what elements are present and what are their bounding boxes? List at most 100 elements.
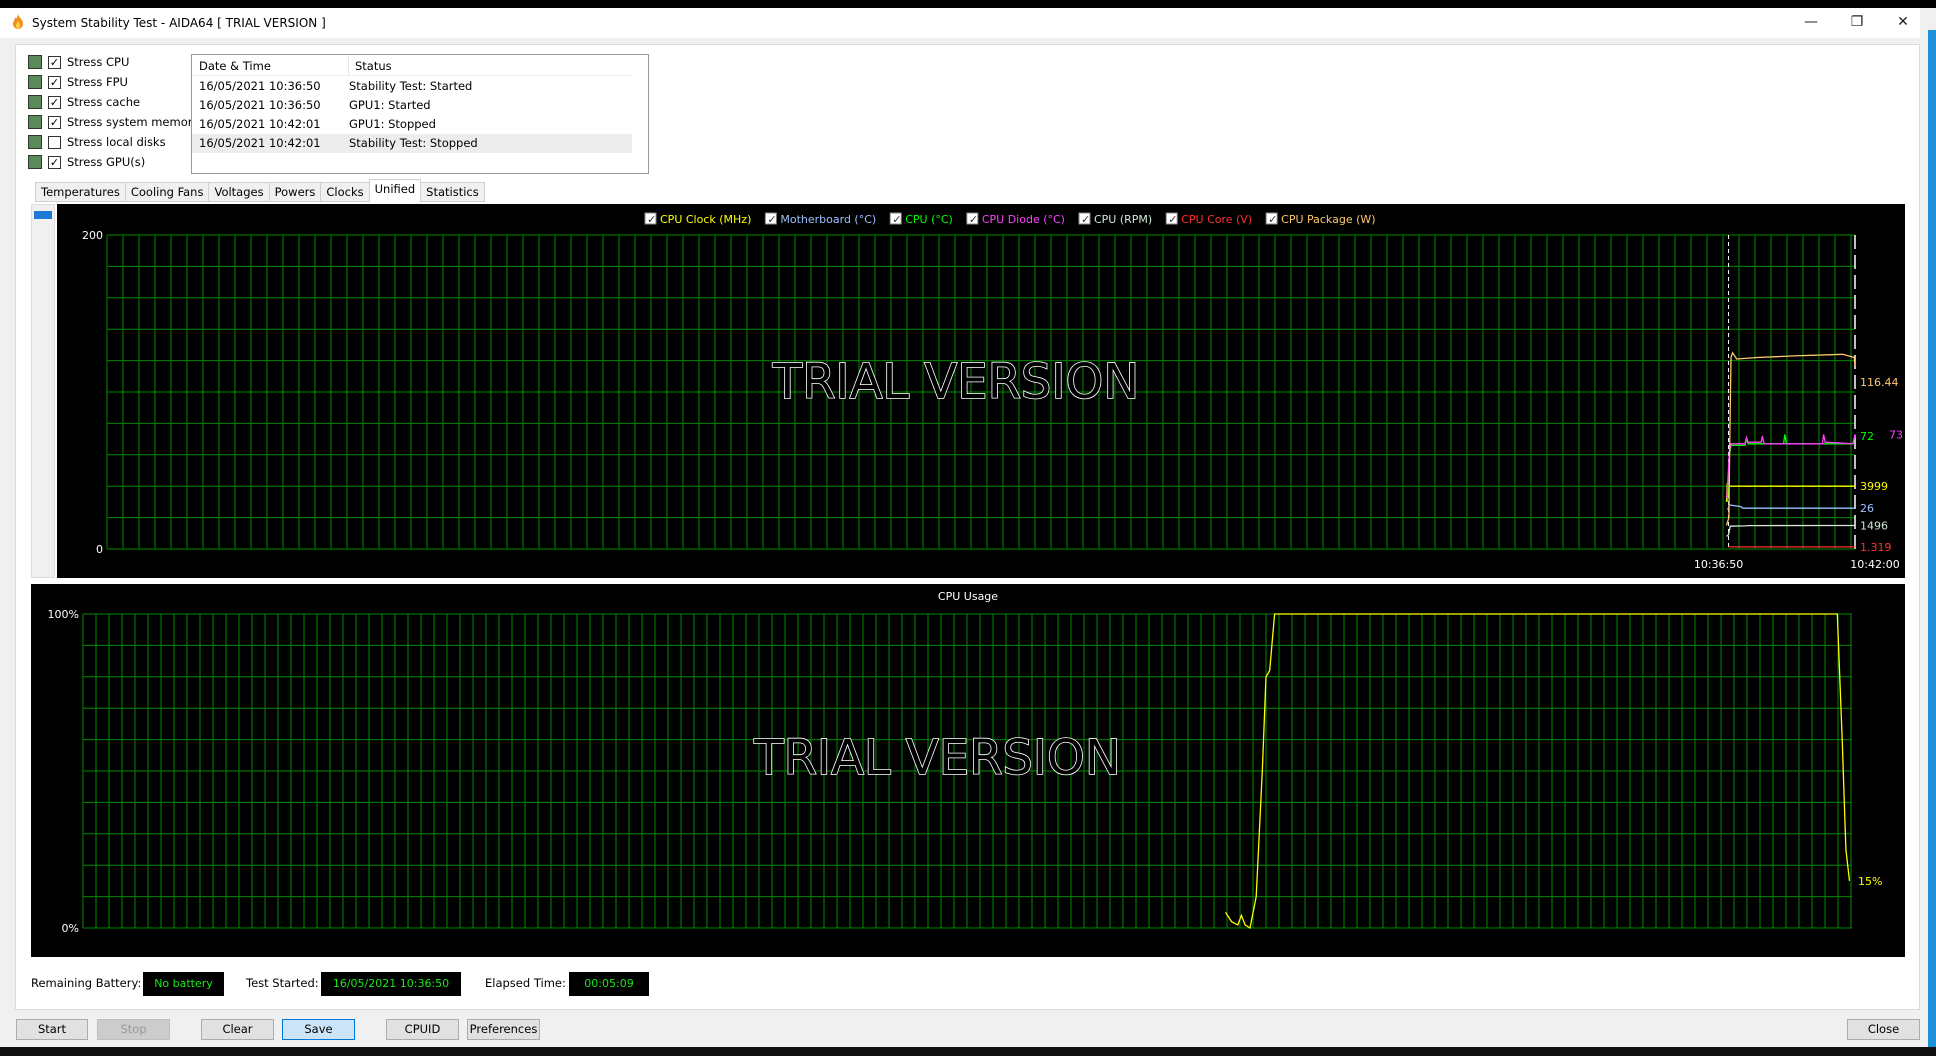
- checkbox[interactable]: ✓: [48, 95, 61, 109]
- log-datetime: 16/05/2021 10:42:01: [199, 136, 321, 150]
- log-header-row: Date & Time Status: [192, 57, 632, 76]
- legend-item: ✓ CPU Package (W): [1265, 212, 1376, 226]
- log-row[interactable]: 16/05/2021 10:42:01 GPU1: Stopped: [192, 115, 632, 134]
- chart-title: CPU Usage: [938, 590, 998, 603]
- log-status: Stability Test: Started: [349, 79, 473, 93]
- save-button[interactable]: Save: [282, 1019, 355, 1040]
- stress-option-label: Stress CPU: [67, 55, 130, 69]
- legend-label: CPU (RPM): [1094, 213, 1152, 226]
- series-line: [1727, 504, 1855, 511]
- fpu-chip-icon: [28, 75, 42, 89]
- check-icon: ✓: [1268, 213, 1277, 226]
- stress-option-label: Stress GPU(s): [67, 155, 146, 169]
- preferences-button[interactable]: Preferences: [467, 1019, 540, 1040]
- top-strip: [0, 0, 1936, 8]
- checkbox[interactable]: [48, 135, 61, 149]
- current-value-label: 15%: [1858, 875, 1882, 888]
- checkbox[interactable]: ✓: [48, 155, 61, 169]
- legend-item: ✓ CPU Core (V): [1165, 212, 1252, 226]
- stress-option[interactable]: ✓ Stress GPU(s): [28, 152, 145, 172]
- legend-label: CPU Core (V): [1181, 213, 1252, 226]
- unified-sensor-chart: TRIAL VERSION ✓ CPU Clock (MHz) 3999 ✓ Mother…: [57, 204, 1905, 578]
- scrollbar-thumb[interactable]: [34, 211, 52, 219]
- log-row[interactable]: 16/05/2021 10:36:50 GPU1: Started: [192, 96, 632, 115]
- stress-option[interactable]: Stress local disks: [28, 132, 166, 152]
- series-line: [1725, 483, 1855, 502]
- current-value-label: 116.44: [1860, 376, 1899, 389]
- background-window: [1928, 30, 1936, 1047]
- y-tick-label: 200: [82, 229, 103, 242]
- x-tick-label: 10:36:50: [1694, 558, 1743, 571]
- current-value-label: 3999: [1860, 480, 1888, 493]
- legend-item: ✓ CPU Diode (°C): [966, 212, 1065, 226]
- maximize-button[interactable]: ❐: [1834, 8, 1880, 38]
- log-datetime: 16/05/2021 10:42:01: [199, 117, 321, 131]
- check-icon: ✓: [647, 213, 656, 226]
- chart-scrollbar[interactable]: [31, 204, 55, 578]
- legend-item: ✓ CPU (°C): [889, 212, 953, 226]
- tab-bar: Temperatures Cooling Fans Voltages Powers Cl…: [35, 179, 485, 202]
- clear-button[interactable]: Clear: [201, 1019, 274, 1040]
- disk-drive-icon: [28, 135, 42, 149]
- stop-button[interactable]: Stop: [97, 1019, 170, 1040]
- series-line: [1726, 524, 1856, 537]
- stress-option[interactable]: ✓ Stress cache: [28, 92, 140, 112]
- legend-label: Motherboard (°C): [780, 213, 876, 226]
- stress-option[interactable]: ✓ Stress CPU: [28, 52, 129, 72]
- tab-voltages[interactable]: Voltages: [208, 182, 270, 202]
- current-value-label: 1.319: [1860, 541, 1892, 554]
- cpuid-button[interactable]: CPUID: [386, 1019, 459, 1040]
- tab-temperatures[interactable]: Temperatures: [35, 182, 126, 202]
- tab-statistics[interactable]: Statistics: [420, 182, 485, 202]
- series-line: [1726, 434, 1856, 502]
- log-row[interactable]: 16/05/2021 10:36:50 Stability Test: Start…: [192, 77, 632, 96]
- stress-option-label: Stress local disks: [67, 135, 166, 149]
- log-row[interactable]: 16/05/2021 10:42:01 Stability Test: Stopp…: [192, 134, 632, 153]
- minimize-button[interactable]: —: [1788, 8, 1834, 38]
- check-icon: ✓: [1081, 213, 1090, 226]
- y-tick-label: 100%: [48, 608, 79, 621]
- stress-option-label: Stress FPU: [67, 75, 128, 89]
- current-value-label: 73: [1889, 428, 1903, 441]
- battery-label: Remaining Battery:: [31, 976, 142, 990]
- legend-item: ✓ Motherboard (°C): [764, 212, 876, 226]
- current-value-label: 1496: [1860, 520, 1888, 533]
- trial-watermark: TRIAL VERSION: [772, 354, 1140, 410]
- check-icon: ✓: [767, 213, 776, 226]
- tab-unified[interactable]: Unified: [368, 179, 422, 201]
- column-header-datetime[interactable]: Date & Time: [199, 57, 271, 76]
- stress-option-label: Stress system memory: [67, 115, 200, 129]
- close-button[interactable]: Close: [1847, 1019, 1920, 1040]
- elapsed-time-value: 00:05:09: [569, 972, 649, 996]
- checkbox[interactable]: ✓: [48, 55, 61, 69]
- title-bar: System Stability Test - AIDA64 [ TRIAL V…: [0, 8, 1920, 38]
- window-title: System Stability Test - AIDA64 [ TRIAL V…: [32, 16, 326, 30]
- tab-cooling-fans[interactable]: Cooling Fans: [124, 182, 210, 202]
- checkbox[interactable]: ✓: [48, 115, 61, 129]
- test-started-label: Test Started:: [246, 976, 319, 990]
- y-tick-label: 0%: [62, 922, 79, 935]
- column-header-status[interactable]: Status: [348, 57, 392, 76]
- log-datetime: 16/05/2021 10:36:50: [199, 79, 321, 93]
- event-log-table[interactable]: Date & Time Status 16/05/2021 10:36:50 St…: [191, 54, 649, 174]
- start-button[interactable]: Start: [16, 1019, 88, 1040]
- tab-powers[interactable]: Powers: [268, 182, 322, 202]
- current-value-label: 26: [1860, 502, 1874, 515]
- taskbar: [0, 1047, 1936, 1056]
- legend-item: ✓ CPU Clock (MHz): [644, 212, 751, 226]
- current-value-label: 72: [1860, 430, 1874, 443]
- tab-clocks[interactable]: Clocks: [320, 182, 370, 202]
- stress-option[interactable]: ✓ Stress FPU: [28, 72, 128, 92]
- check-icon: ✓: [892, 213, 901, 226]
- stress-option[interactable]: ✓ Stress system memory: [28, 112, 199, 132]
- legend-label: CPU Diode (°C): [982, 213, 1065, 226]
- legend-label: CPU Clock (MHz): [660, 213, 751, 226]
- battery-value: No battery: [143, 972, 224, 996]
- checkbox[interactable]: ✓: [48, 75, 61, 89]
- legend-label: CPU (°C): [905, 213, 953, 226]
- close-window-button[interactable]: ✕: [1880, 8, 1926, 38]
- trial-watermark: TRIAL VERSION: [753, 730, 1121, 786]
- legend-label: CPU Package (W): [1281, 213, 1375, 226]
- test-started-value: 16/05/2021 10:36:50: [321, 972, 461, 996]
- log-status: Stability Test: Stopped: [349, 136, 478, 150]
